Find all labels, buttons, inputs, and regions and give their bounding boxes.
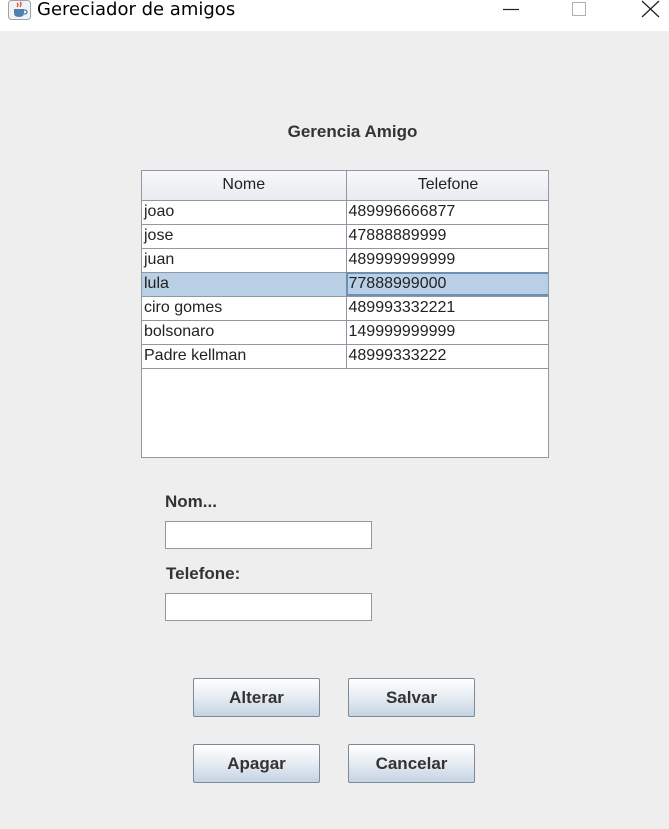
- telefone-input[interactable]: [165, 593, 372, 621]
- cell-nome[interactable]: joao: [142, 200, 347, 225]
- cell-telefone[interactable]: 489999999999: [346, 248, 548, 273]
- cell-telefone[interactable]: 149999999999: [346, 320, 548, 345]
- cell-telefone[interactable]: 48999333222: [346, 344, 548, 369]
- cell-telefone-focused[interactable]: 77888999000: [346, 272, 548, 297]
- alterar-button[interactable]: Alterar: [193, 678, 320, 717]
- cell-telefone[interactable]: 489993332221: [346, 296, 548, 321]
- salvar-button[interactable]: Salvar: [348, 678, 475, 717]
- table-row-selected[interactable]: lula 77888999000: [142, 272, 548, 297]
- cell-telefone[interactable]: 489996666877: [346, 200, 548, 225]
- table-row[interactable]: Padre kellman 48999333222: [142, 344, 548, 369]
- table-header-row: Nome Telefone: [142, 171, 548, 201]
- nome-input[interactable]: [165, 521, 372, 549]
- cell-nome[interactable]: Padre kellman: [142, 344, 347, 369]
- table-row[interactable]: joao 489996666877: [142, 200, 548, 225]
- form-heading: Gerencia Amigo: [287, 122, 418, 141]
- friends-table[interactable]: Nome Telefone joao 489996666877 jose 478…: [141, 170, 549, 458]
- maximize-icon[interactable]: [557, 0, 603, 20]
- table-row[interactable]: jose 47888889999: [142, 224, 548, 249]
- table-row[interactable]: juan 489999999999: [142, 248, 548, 273]
- column-header-telefone[interactable]: Telefone: [346, 171, 548, 201]
- column-header-nome[interactable]: Nome: [142, 171, 347, 201]
- window-title: Gereciador de amigos: [37, 0, 236, 20]
- nome-label: Nom...: [165, 492, 217, 511]
- apagar-button[interactable]: Apagar: [193, 744, 320, 783]
- cell-nome[interactable]: bolsonaro: [142, 320, 347, 345]
- cell-telefone[interactable]: 47888889999: [346, 224, 548, 249]
- app-window: Gereciador de amigos Gerencia Amigo Nome…: [0, 0, 669, 829]
- cell-nome[interactable]: ciro gomes: [142, 296, 347, 321]
- table-row[interactable]: bolsonaro 149999999999: [142, 320, 548, 345]
- title-bar[interactable]: Gereciador de amigos: [0, 0, 669, 31]
- table-row[interactable]: ciro gomes 489993332221: [142, 296, 548, 321]
- java-cup-icon[interactable]: [8, 0, 31, 20]
- close-icon[interactable]: [623, 0, 669, 20]
- cell-nome[interactable]: juan: [142, 248, 347, 273]
- minimize-icon[interactable]: [488, 0, 534, 20]
- cancelar-button[interactable]: Cancelar: [348, 744, 475, 783]
- cell-nome[interactable]: jose: [142, 224, 347, 249]
- cell-nome[interactable]: lula: [142, 272, 347, 297]
- telefone-label: Telefone:: [166, 564, 241, 583]
